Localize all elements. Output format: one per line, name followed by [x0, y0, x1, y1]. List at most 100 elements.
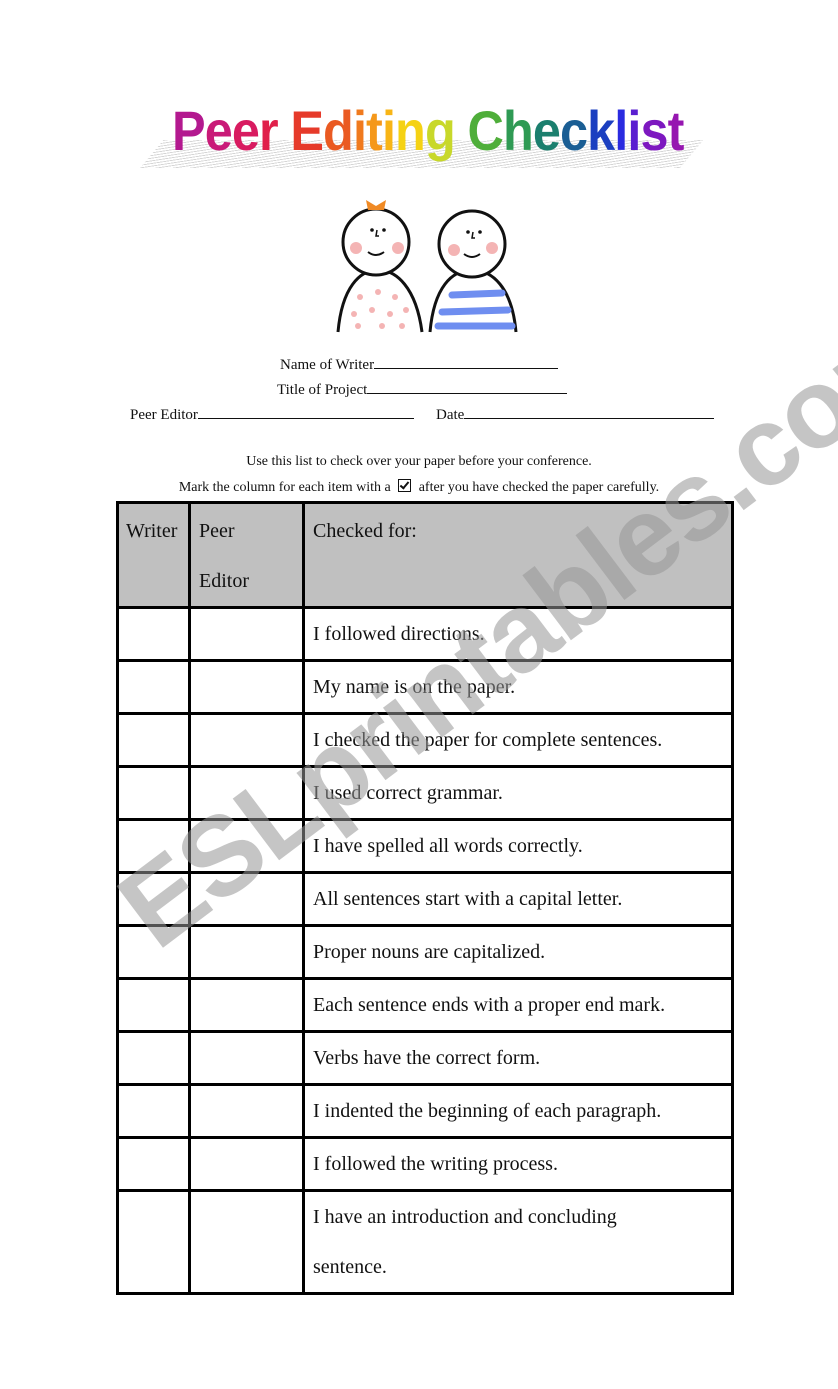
- peer-editor-header-line2: Editor: [199, 570, 249, 592]
- checklist-item-text: I have spelled all words correctly.: [302, 818, 734, 874]
- title-letter: r: [259, 99, 279, 162]
- table-row: Proper nouns are capitalized.: [116, 924, 734, 980]
- checklist-item-text: I followed the writing process.: [302, 1136, 734, 1192]
- title-letter: t: [667, 99, 685, 162]
- title-letter: c: [559, 99, 588, 162]
- table-row: Each sentence ends with a proper end mar…: [116, 977, 734, 1033]
- title-letter: h: [502, 99, 534, 162]
- title-letter: i: [381, 99, 396, 162]
- checklist-item-text: I indented the beginning of each paragra…: [302, 1083, 734, 1139]
- title-of-project-label: Title of Project: [277, 382, 368, 398]
- children-illustration: [330, 192, 530, 337]
- title-letter: n: [395, 99, 426, 162]
- writer-column-header: Writer: [116, 501, 191, 609]
- peer-editor-header-line1: Peer: [199, 520, 235, 542]
- item-text-line1: I have an introduction and concluding: [313, 1206, 617, 1228]
- date-input[interactable]: [464, 404, 715, 419]
- name-of-writer-label: Name of Writer: [280, 357, 375, 373]
- instruction-line-2: Mark the column for each item with a aft…: [0, 479, 838, 496]
- table-row: My name is on the paper.: [116, 659, 734, 715]
- instruction-line-2-before: Mark the column for each item with a: [178, 480, 391, 495]
- table-row: I checked the paper for complete sentenc…: [116, 712, 734, 768]
- instruction-line-2-after: after you have checked the paper careful…: [418, 480, 660, 495]
- title-letter: C: [467, 99, 503, 162]
- title-of-project-input[interactable]: [367, 379, 568, 394]
- checklist-item-text: I have an introduction and concluding se…: [302, 1189, 734, 1295]
- peer-editor-field[interactable]: Peer Editor: [130, 404, 414, 424]
- title-banner: Peer Editing Checklist: [140, 96, 720, 176]
- table-row: I have an introduction and concluding se…: [116, 1189, 734, 1295]
- writer-check-cell[interactable]: [116, 924, 191, 980]
- writer-check-cell[interactable]: [116, 818, 191, 874]
- peer-editor-check-cell[interactable]: [188, 659, 305, 715]
- title-letter: E: [290, 99, 324, 162]
- item-text-line2: sentence.: [313, 1256, 387, 1278]
- title-letter: t: [366, 99, 383, 162]
- checklist-item-text: All sentences start with a capital lette…: [302, 871, 734, 927]
- peer-editor-column-header: Peer Editor: [188, 501, 305, 609]
- title-letter: k: [587, 99, 615, 162]
- table-row: Verbs have the correct form.: [116, 1030, 734, 1086]
- title-letter: d: [323, 99, 354, 162]
- peer-editor-check-cell[interactable]: [188, 1030, 305, 1086]
- checklist-table: Writer Peer Editor Checked for: I follow…: [116, 501, 734, 1295]
- title-letter: s: [640, 99, 668, 162]
- writer-check-cell[interactable]: [116, 765, 191, 821]
- table-row: I followed the writing process.: [116, 1136, 734, 1192]
- title-letter: e: [231, 99, 260, 162]
- title-letter: i: [352, 99, 367, 162]
- writer-check-cell[interactable]: [116, 1083, 191, 1139]
- table-header-row: Writer Peer Editor Checked for:: [116, 501, 734, 609]
- checklist-item-text: I checked the paper for complete sentenc…: [302, 712, 734, 768]
- instruction-line-1: Use this list to check over your paper b…: [246, 454, 592, 469]
- peer-editor-check-cell[interactable]: [188, 924, 305, 980]
- peer-editor-label: Peer Editor: [130, 407, 198, 423]
- writer-check-cell[interactable]: [116, 606, 191, 662]
- table-row: I indented the beginning of each paragra…: [116, 1083, 734, 1139]
- name-of-writer-input[interactable]: [374, 354, 559, 369]
- peer-editor-check-cell[interactable]: [188, 712, 305, 768]
- peer-editor-check-cell[interactable]: [188, 1189, 305, 1295]
- table-row: I used correct grammar.: [116, 765, 734, 821]
- title-letter: l: [614, 99, 628, 162]
- writer-check-cell[interactable]: [116, 1030, 191, 1086]
- title-letter: e: [532, 99, 561, 162]
- writer-check-cell[interactable]: [116, 871, 191, 927]
- writer-check-cell[interactable]: [116, 977, 191, 1033]
- title-letter: g: [424, 99, 456, 162]
- worksheet-page: Peer Editing Checklist Name of Writer Ti…: [0, 0, 838, 1389]
- peer-editor-check-cell[interactable]: [188, 818, 305, 874]
- peer-editor-check-cell[interactable]: [188, 1083, 305, 1139]
- date-field[interactable]: Date: [436, 404, 715, 424]
- checklist-item-text: My name is on the paper.: [302, 659, 734, 715]
- peer-editor-input[interactable]: [197, 404, 414, 419]
- checklist-item-text: Verbs have the correct form.: [302, 1030, 734, 1086]
- table-row: All sentences start with a capital lette…: [116, 871, 734, 927]
- peer-editor-check-cell[interactable]: [188, 606, 305, 662]
- table-row: I followed directions.: [116, 606, 734, 662]
- page-title: Peer Editing Checklist: [172, 96, 684, 166]
- two-children-icon: [336, 200, 518, 333]
- title-letter: e: [204, 99, 233, 162]
- peer-editor-check-cell[interactable]: [188, 765, 305, 821]
- title-letter: i: [627, 99, 641, 162]
- writer-check-cell[interactable]: [116, 1136, 191, 1192]
- writer-check-cell[interactable]: [116, 1189, 191, 1295]
- date-label: Date: [436, 407, 465, 423]
- checked-for-column-header: Checked for:: [302, 501, 734, 609]
- title-of-project-field[interactable]: Title of Project: [277, 379, 568, 399]
- checked-box-icon: [398, 479, 412, 492]
- table-row: I have spelled all words correctly.: [116, 818, 734, 874]
- peer-editor-check-cell[interactable]: [188, 1136, 305, 1192]
- writer-check-cell[interactable]: [116, 712, 191, 768]
- peer-editor-check-cell[interactable]: [188, 871, 305, 927]
- name-of-writer-field[interactable]: Name of Writer: [280, 354, 559, 374]
- peer-editor-check-cell[interactable]: [188, 977, 305, 1033]
- checklist-body: I followed directions. My name is on the …: [116, 606, 734, 1295]
- checklist-item-text: I used correct grammar.: [302, 765, 734, 821]
- writer-check-cell[interactable]: [116, 659, 191, 715]
- checklist-item-text: Proper nouns are capitalized.: [302, 924, 734, 980]
- checklist-item-text: Each sentence ends with a proper end mar…: [302, 977, 734, 1033]
- title-letter: P: [172, 99, 206, 162]
- checklist-item-text: I followed directions.: [302, 606, 734, 662]
